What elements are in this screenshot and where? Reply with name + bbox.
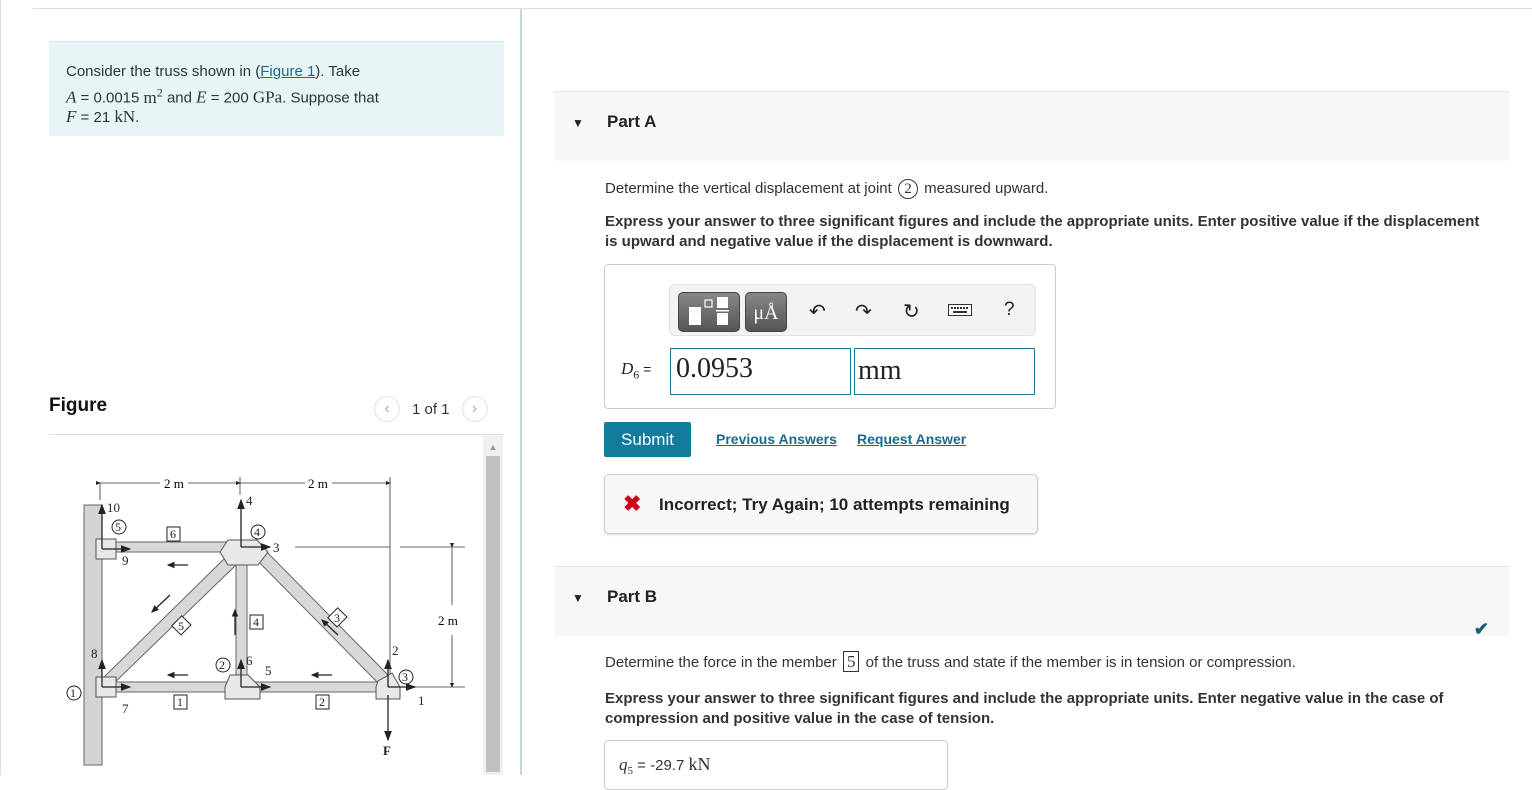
area-unit: m2: [143, 85, 163, 107]
templates-button[interactable]: [678, 292, 740, 332]
scroll-thumb[interactable]: [486, 456, 500, 772]
prev-figure-button[interactable]: ‹: [374, 396, 400, 422]
joint-plates: [95, 538, 401, 700]
member-5: [101, 554, 239, 688]
modulus-variable: E: [196, 87, 207, 107]
dof-label: 4: [246, 493, 253, 508]
left-border: [0, 0, 1, 775]
node-label: 1: [70, 686, 76, 700]
keyboard-icon[interactable]: [948, 301, 972, 324]
part-a-header[interactable]: ▼ Part A: [554, 91, 1509, 161]
top-divider: [33, 8, 1532, 9]
submit-button[interactable]: Submit: [604, 422, 691, 457]
force-unit: kN: [114, 106, 136, 126]
member-label: 4: [253, 615, 259, 629]
dof-label: 8: [91, 646, 98, 661]
suppose-text: . Suppose that: [282, 89, 379, 107]
request-answer-link[interactable]: Request Answer: [857, 431, 966, 447]
joint-plate-4: [219, 539, 269, 566]
collapse-triangle-icon[interactable]: ▼: [572, 591, 584, 605]
member-label: 5: [178, 619, 184, 633]
area-variable: A: [66, 87, 77, 107]
modulus-value: = 200: [206, 89, 253, 107]
feedback-text: Incorrect; Try Again; 10 attempts remain…: [659, 495, 1010, 514]
dim-label-right: 2 m: [308, 476, 328, 491]
previous-answers-link[interactable]: Previous Answers: [716, 431, 837, 447]
part-b-instructions: Express your answer to three significant…: [605, 690, 1444, 727]
incorrect-x-icon: ✖: [623, 491, 642, 516]
next-figure-button[interactable]: ›: [461, 396, 488, 422]
answer-unit-input[interactable]: mm: [854, 348, 1035, 395]
force-label: F: [383, 743, 391, 758]
member-label: 2: [319, 695, 325, 709]
answer-value-input[interactable]: 0.0953: [670, 348, 851, 395]
templates-icon: [689, 297, 729, 325]
period: .: [135, 108, 140, 126]
modulus-unit: GPa: [252, 87, 283, 107]
dof-label: 2: [392, 643, 399, 658]
part-a-question: Determine the vertical displacement at j…: [605, 179, 1049, 199]
pane-divider[interactable]: [520, 9, 522, 775]
force-variable: F: [66, 106, 77, 126]
help-button[interactable]: ?: [1004, 299, 1015, 321]
intro-after-text: ). Take: [315, 63, 361, 80]
feedback-message: ✖ Incorrect; Try Again; 10 attempts rema…: [604, 474, 1038, 534]
intro-text: Consider the truss shown in (: [66, 63, 261, 80]
part-b-question: Determine the force in the member 5 of t…: [605, 651, 1296, 672]
dim-label-left: 2 m: [164, 476, 184, 491]
member-label: 6: [170, 527, 176, 541]
and-text: and: [162, 89, 197, 107]
redo-icon[interactable]: ↷: [855, 299, 872, 324]
joint-circle: 2: [897, 179, 918, 199]
chevron-left-icon: ‹: [384, 400, 390, 417]
units-button[interactable]: μÅ: [745, 292, 787, 332]
member-label: 1: [177, 695, 183, 709]
collapse-triangle-icon[interactable]: ▼: [572, 116, 584, 130]
dof-label: 6: [246, 653, 253, 668]
chevron-right-icon: ›: [471, 400, 478, 417]
dof-label: 10: [107, 500, 120, 515]
part-a-label: Part A: [607, 112, 657, 131]
dim-label-height: 2 m: [438, 613, 458, 628]
figure-counter: 1 of 1: [412, 400, 450, 418]
figure-divider: [49, 434, 504, 435]
answer-variable-label: D6 =: [621, 359, 652, 382]
reset-icon[interactable]: ↻: [903, 299, 920, 324]
part-b-answer-box: q5 = -29.7 kN: [604, 740, 948, 790]
node-label: 5: [115, 520, 121, 534]
part-b-answer: q5 = -29.7 kN: [619, 754, 711, 777]
correct-checkmark-icon: ✔: [1473, 619, 1489, 639]
figure-scrollbar[interactable]: ▲: [483, 435, 503, 775]
member-3: [251, 546, 391, 686]
math-toolbar: μÅ ↶ ↷ ↻ ?: [669, 284, 1036, 336]
node-label: 3: [402, 670, 408, 684]
dof-label: 9: [122, 553, 129, 568]
figure-link[interactable]: Figure 1: [260, 63, 315, 80]
figure-pager: ‹ 1 of 1 ›: [374, 396, 488, 422]
area-value: = 0.0015: [76, 89, 144, 107]
force-value: = 21: [76, 108, 115, 126]
dof-label: 5: [265, 663, 272, 678]
dof-label: 7: [122, 701, 129, 716]
part-a-answer-box: μÅ ↶ ↷ ↻ ? D6 = 0.0953 mm: [604, 264, 1056, 409]
node-label: 2: [219, 658, 225, 672]
figure-title: Figure: [49, 395, 108, 416]
part-b-header[interactable]: ▼ Part B ✔: [554, 566, 1509, 639]
dof-label: 3: [273, 540, 280, 555]
member-box: 5: [842, 651, 860, 672]
truss-figure: 2 m 2 m 2 m 1 2 3 4 5 6 7 8 9 10 F 1 2 3…: [66, 476, 465, 766]
problem-statement: Consider the truss shown in (Figure 1). …: [49, 41, 504, 136]
part-a-instructions: Express your answer to three significant…: [605, 213, 1480, 250]
dof-label: 1: [418, 693, 425, 708]
part-b-label: Part B: [607, 587, 658, 606]
node-label: 4: [254, 525, 260, 539]
member-label: 3: [334, 611, 340, 625]
undo-icon[interactable]: ↶: [809, 299, 826, 324]
scroll-up-arrow-icon[interactable]: ▲: [483, 441, 503, 453]
